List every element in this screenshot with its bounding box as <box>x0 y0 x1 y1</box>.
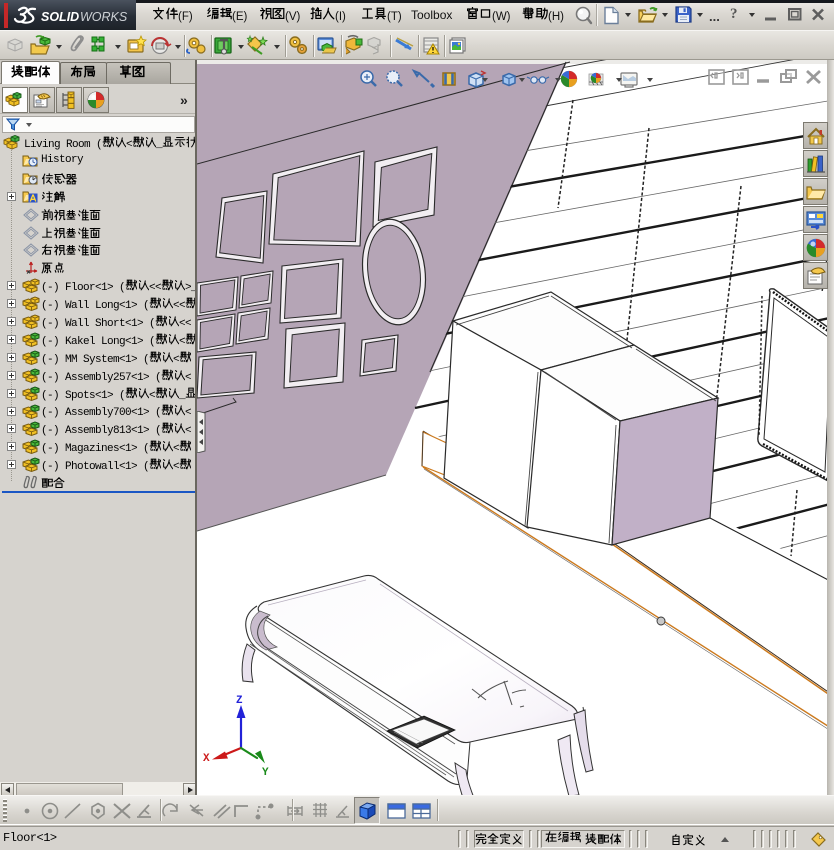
svg-text:X: X <box>203 753 210 765</box>
svg-text:Y: Y <box>262 767 269 779</box>
svg-text:Z: Z <box>236 695 243 707</box>
svg-text:WORKS: WORKS <box>80 10 128 24</box>
svg-text:SOLID: SOLID <box>41 10 79 24</box>
